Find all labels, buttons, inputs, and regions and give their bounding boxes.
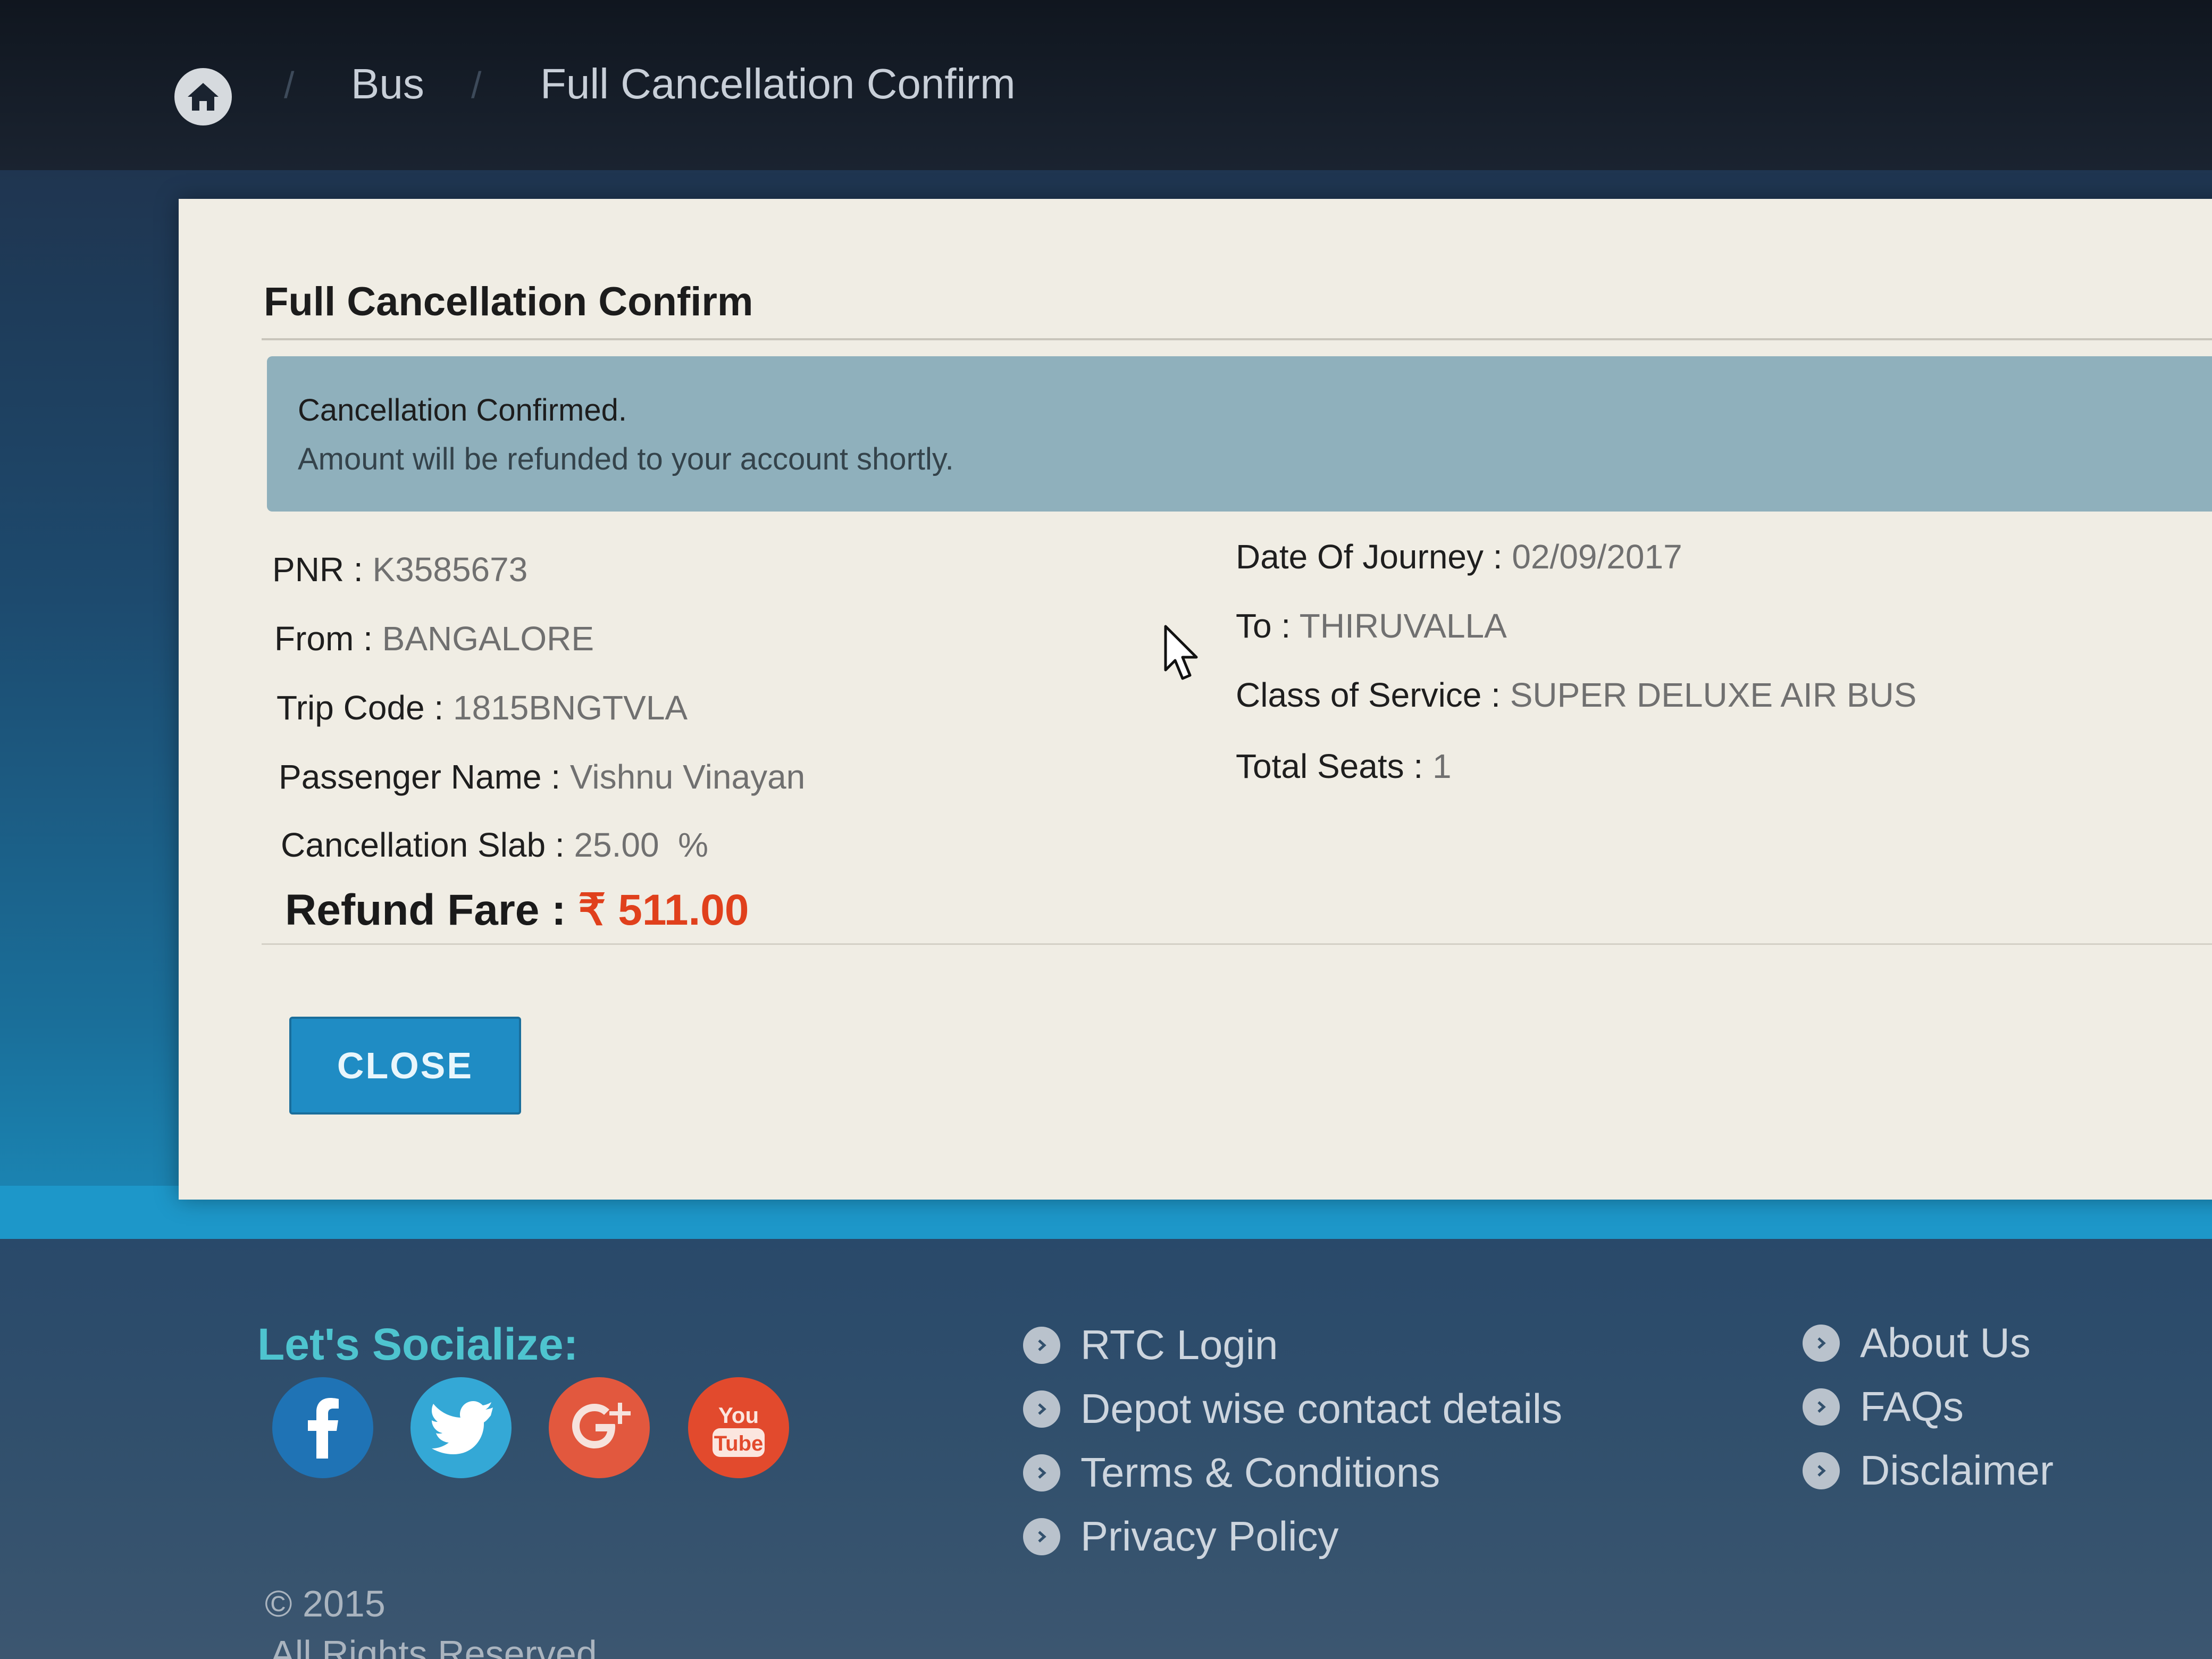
footer-link-depot-contacts[interactable]: Depot wise contact details	[1023, 1385, 1562, 1433]
footer-link-label: Terms & Conditions	[1080, 1449, 1440, 1496]
app-window: / Bus / Full Cancellation Confirm Full C…	[0, 0, 2212, 1659]
home-icon[interactable]	[174, 68, 232, 125]
total-seats-field: Total Seats : 1	[1236, 747, 1452, 786]
footer-link-label: About Us	[1860, 1319, 2031, 1366]
twitter-icon[interactable]	[410, 1377, 512, 1478]
passenger-name-value: Vishnu Vinayan	[569, 758, 806, 796]
chevron-right-icon	[1023, 1390, 1060, 1428]
footer-link-about-us[interactable]: About Us	[1803, 1319, 2031, 1367]
trip-code-value: 1815BNGTVLA	[453, 689, 688, 727]
cancellation-slab-label: Cancellation Slab :	[281, 826, 574, 864]
footer-link-disclaimer[interactable]: Disclaimer	[1803, 1446, 2054, 1495]
chevron-right-icon	[1803, 1452, 1840, 1489]
alert-heading: Cancellation Confirmed.	[298, 393, 627, 428]
date-of-journey-value: 02/09/2017	[1512, 538, 1682, 576]
chevron-right-icon	[1023, 1518, 1060, 1555]
footer-link-rtc-login[interactable]: RTC Login	[1023, 1321, 1278, 1369]
breadcrumb-current: Full Cancellation Confirm	[540, 60, 1016, 107]
close-button[interactable]: CLOSE	[289, 1017, 521, 1115]
cancellation-slab-field: Cancellation Slab : 25.00 %	[281, 825, 708, 865]
to-value: THIRUVALLA	[1299, 607, 1507, 645]
footer-link-faqs[interactable]: FAQs	[1803, 1382, 1964, 1431]
footer-link-label: Depot wise contact details	[1080, 1385, 1563, 1432]
youtube-text-bottom: Tube	[714, 1432, 764, 1455]
top-bar	[0, 0, 2212, 170]
breadcrumb-bus[interactable]: Bus	[351, 60, 424, 108]
to-label: To :	[1236, 607, 1300, 645]
breadcrumb-separator: /	[284, 64, 295, 106]
date-of-journey-field: Date Of Journey : 02/09/2017	[1236, 537, 1682, 576]
trip-code-label: Trip Code :	[276, 689, 453, 727]
copyright: © 2015	[265, 1583, 386, 1624]
cancellation-card: Full Cancellation Confirm Cancellation C…	[179, 199, 2212, 1200]
chevron-right-icon	[1803, 1388, 1840, 1426]
cancellation-slab-value: 25.00 %	[574, 826, 709, 864]
to-field: To : THIRUVALLA	[1236, 606, 1507, 646]
footer-link-label: Privacy Policy	[1080, 1513, 1339, 1560]
from-label: From :	[274, 619, 382, 658]
total-seats-label: Total Seats :	[1236, 747, 1432, 785]
footer-link-label: Disclaimer	[1860, 1447, 2054, 1494]
trip-code-field: Trip Code : 1815BNGTVLA	[276, 688, 688, 727]
refund-fare-value: ₹ 511.00	[578, 886, 749, 934]
pnr-field: PNR : K3585673	[272, 550, 527, 589]
card-divider	[262, 943, 2212, 945]
footer-link-label: FAQs	[1860, 1383, 1964, 1430]
youtube-text-top: You	[718, 1403, 759, 1428]
rights-reserved: All Rights Reserved	[270, 1633, 597, 1659]
passenger-name-label: Passenger Name :	[279, 758, 570, 796]
refund-fare: Refund Fare : ₹ 511.00	[285, 885, 749, 935]
pnr-label: PNR :	[272, 550, 373, 589]
chevron-right-icon	[1803, 1324, 1840, 1362]
chevron-right-icon	[1023, 1326, 1060, 1364]
refund-fare-label: Refund Fare :	[285, 886, 579, 934]
facebook-icon[interactable]	[272, 1377, 373, 1478]
footer-link-label: RTC Login	[1080, 1321, 1278, 1368]
google-plus-icon[interactable]	[549, 1377, 650, 1478]
class-of-service-label: Class of Service :	[1236, 676, 1510, 714]
class-of-service-value: SUPER DELUXE AIR BUS	[1510, 676, 1917, 714]
pnr-value: K3585673	[372, 550, 528, 589]
title-divider	[262, 338, 2212, 340]
breadcrumb-separator: /	[471, 64, 482, 106]
total-seats-value: 1	[1432, 747, 1452, 785]
footer-link-privacy[interactable]: Privacy Policy	[1023, 1512, 1338, 1561]
card-title: Full Cancellation Confirm	[264, 279, 753, 324]
class-of-service-field: Class of Service : SUPER DELUXE AIR BUS	[1236, 675, 1916, 715]
footer-link-terms[interactable]: Terms & Conditions	[1023, 1448, 1440, 1497]
passenger-name-field: Passenger Name : Vishnu Vinayan	[279, 757, 805, 797]
confirmation-alert: Cancellation Confirmed. Amount will be r…	[267, 356, 2212, 512]
youtube-icon[interactable]: You Tube	[688, 1377, 789, 1478]
mouse-cursor-icon	[1164, 625, 1198, 680]
date-of-journey-label: Date Of Journey :	[1236, 538, 1512, 576]
from-field: From : BANGALORE	[274, 619, 594, 658]
from-value: BANGALORE	[382, 619, 594, 658]
alert-message: Amount will be refunded to your account …	[298, 442, 954, 476]
social-title: Let's Socialize:	[257, 1319, 579, 1369]
chevron-right-icon	[1023, 1454, 1060, 1492]
